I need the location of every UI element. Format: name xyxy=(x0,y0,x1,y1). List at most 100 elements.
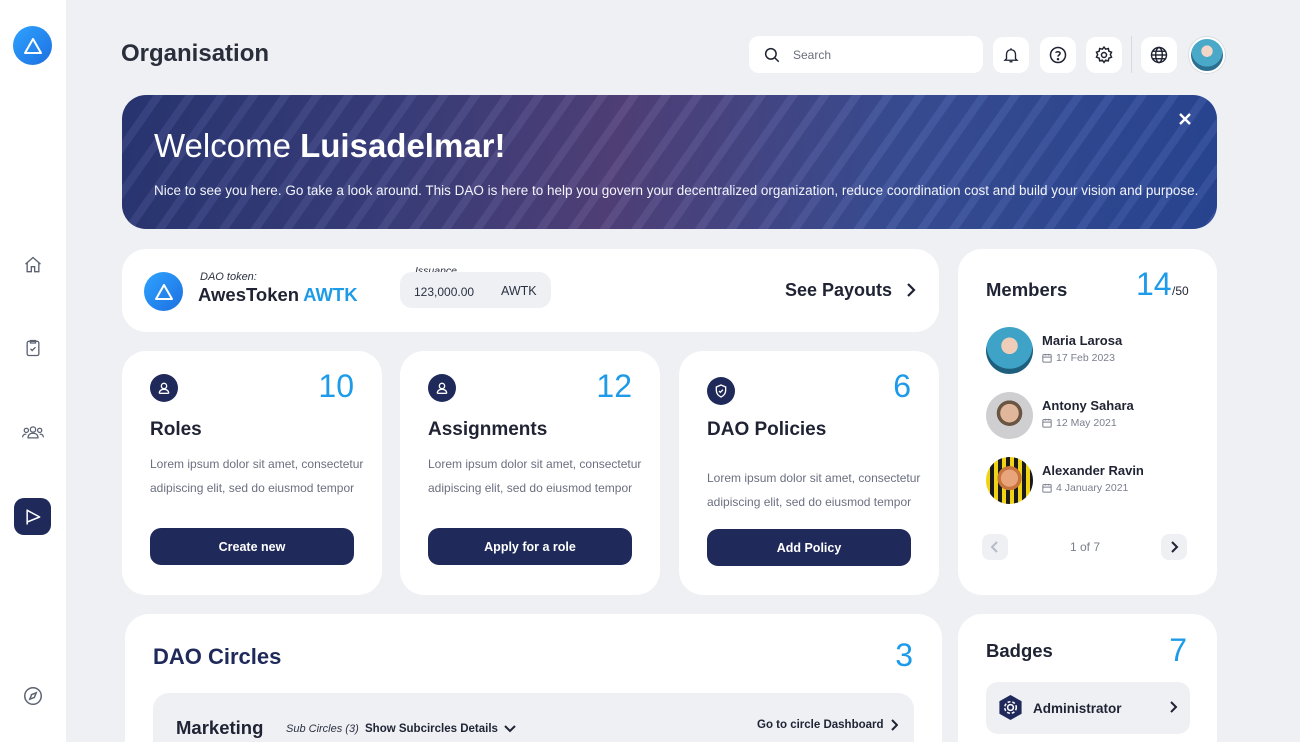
language-button[interactable] xyxy=(1141,37,1177,73)
issuance-amount: 123,000.00 xyxy=(414,285,475,299)
triangle-logo-icon xyxy=(23,37,42,54)
welcome-banner: Welcome Luisadelmar! Nice to see you her… xyxy=(122,95,1217,229)
page-title: Organisation xyxy=(121,40,270,67)
previous-page-button[interactable] xyxy=(982,534,1008,560)
assignments-description: Lorem ipsum dolor sit amet, consectetur … xyxy=(428,457,642,495)
page-indicator: 1 of 7 xyxy=(1070,540,1101,554)
member-item[interactable]: Maria Larosa 17 Feb 2023 xyxy=(986,327,1196,375)
sidebar-item-explore[interactable] xyxy=(14,677,51,714)
notifications-button[interactable] xyxy=(993,37,1029,73)
roles-description: Lorem ipsum dolor sit amet, consectetur … xyxy=(150,457,364,495)
assignments-count: 12 xyxy=(596,368,632,404)
close-banner-button[interactable] xyxy=(1175,109,1195,129)
avatar xyxy=(986,392,1033,439)
member-name: Maria Larosa xyxy=(1042,333,1123,348)
chevron-left-icon xyxy=(990,541,998,553)
shield-check-icon xyxy=(707,377,735,405)
policies-count: 6 xyxy=(893,368,911,404)
sidebar xyxy=(0,0,66,742)
app-logo[interactable] xyxy=(13,26,52,65)
user-icon xyxy=(150,374,178,402)
home-icon xyxy=(24,256,41,272)
header-divider xyxy=(1131,36,1132,73)
chevron-right-icon xyxy=(890,719,898,731)
welcome-heading: Welcome Luisadelmar! xyxy=(154,127,506,165)
policies-description: Lorem ipsum dolor sit amet, consectetur … xyxy=(707,471,921,509)
next-page-button[interactable] xyxy=(1161,534,1187,560)
token-card: DAO token: AwesToken AWTK Issuance 123,00… xyxy=(122,249,939,332)
apply-for-role-button[interactable]: Apply for a role xyxy=(428,528,632,565)
token-logo xyxy=(144,272,183,311)
chevron-down-icon xyxy=(504,725,516,733)
sidebar-item-home[interactable] xyxy=(14,246,51,283)
user-icon xyxy=(428,374,456,402)
badge-label: Administrator xyxy=(1033,701,1122,716)
member-name: Antony Sahara xyxy=(1042,398,1134,413)
members-count: 14 xyxy=(1136,266,1172,302)
member-item[interactable]: Antony Sahara 12 May 2021 xyxy=(986,392,1196,440)
chevron-right-icon xyxy=(1171,541,1179,553)
help-button[interactable] xyxy=(1040,37,1076,73)
see-payouts-link[interactable]: See Payouts xyxy=(785,280,892,301)
token-name: AwesToken AWTK xyxy=(198,284,358,306)
flag-send-icon xyxy=(25,509,40,524)
sidebar-item-members[interactable] xyxy=(14,413,51,450)
token-name-text: AwesToken xyxy=(198,284,300,305)
show-subcircles-label: Show Subcircles Details xyxy=(365,723,498,735)
search-bar[interactable] xyxy=(749,36,983,73)
group-icon xyxy=(21,425,44,438)
admin-gear-badge-icon xyxy=(999,694,1022,721)
badges-card: Badges 7 Administrator xyxy=(958,614,1217,742)
member-item[interactable]: Alexander Ravin 4 January 2021 xyxy=(986,457,1196,505)
welcome-user-name: Luisadelmar! xyxy=(300,127,506,164)
calendar-icon xyxy=(1042,418,1052,428)
badges-title: Badges xyxy=(986,640,1053,661)
document-check-icon xyxy=(26,339,39,356)
policies-title: DAO Policies xyxy=(707,419,827,440)
calendar-icon xyxy=(1042,483,1052,493)
search-input[interactable] xyxy=(793,47,963,62)
triangle-logo-icon xyxy=(154,283,173,300)
assignments-card: 12 Assignments Lorem ipsum dolor sit ame… xyxy=(400,351,660,595)
chevron-right-icon xyxy=(1168,699,1178,720)
member-name: Alexander Ravin xyxy=(1042,463,1144,478)
member-date: 4 January 2021 xyxy=(1042,482,1128,494)
settings-button[interactable] xyxy=(1086,37,1122,73)
policies-card: 6 DAO Policies Lorem ipsum dolor sit ame… xyxy=(679,351,939,595)
badge-item[interactable]: Administrator xyxy=(986,682,1190,734)
sidebar-item-proposals[interactable] xyxy=(14,498,51,535)
assignments-title: Assignments xyxy=(428,419,548,440)
go-to-circle-dashboard-link[interactable]: Go to circle Dashboard xyxy=(757,719,898,731)
members-title: Members xyxy=(986,279,1068,300)
token-label: DAO token: xyxy=(200,271,257,283)
bell-icon xyxy=(1003,48,1019,63)
go-to-dashboard-label: Go to circle Dashboard xyxy=(757,719,884,731)
calendar-icon xyxy=(1042,353,1052,363)
circle-name: Marketing xyxy=(176,717,264,738)
create-new-role-button[interactable]: Create new xyxy=(150,528,354,565)
issuance-currency: AWTK xyxy=(501,284,537,298)
dao-circles-card: DAO Circles 3 Marketing Sub Circles (3) … xyxy=(125,614,942,742)
search-icon xyxy=(764,47,780,62)
user-avatar[interactable] xyxy=(1189,37,1225,73)
roles-card: 10 Roles Lorem ipsum dolor sit amet, con… xyxy=(122,351,382,595)
help-icon xyxy=(1049,46,1067,64)
sidebar-item-documents[interactable] xyxy=(14,329,51,366)
show-subcircles-toggle[interactable]: Show Subcircles Details xyxy=(365,723,516,735)
avatar xyxy=(986,327,1033,374)
globe-icon xyxy=(1150,46,1168,64)
badges-count: 7 xyxy=(1169,632,1187,668)
members-total: /50 xyxy=(1172,284,1189,298)
token-symbol: AWTK xyxy=(303,284,358,305)
member-date-text: 4 January 2021 xyxy=(1056,482,1129,494)
close-icon xyxy=(1179,113,1191,125)
chevron-right-icon[interactable] xyxy=(904,281,918,304)
roles-count: 10 xyxy=(318,368,354,404)
add-policy-button[interactable]: Add Policy xyxy=(707,529,911,566)
member-date: 12 May 2021 xyxy=(1042,417,1117,429)
compass-icon xyxy=(23,686,42,705)
sub-circles-count: Sub Circles (3) xyxy=(286,723,359,735)
member-date-text: 17 Feb 2023 xyxy=(1056,352,1115,364)
welcome-message: Nice to see you here. Go take a look aro… xyxy=(154,183,1199,198)
issuance-field: 123,000.00 AWTK xyxy=(400,272,551,308)
